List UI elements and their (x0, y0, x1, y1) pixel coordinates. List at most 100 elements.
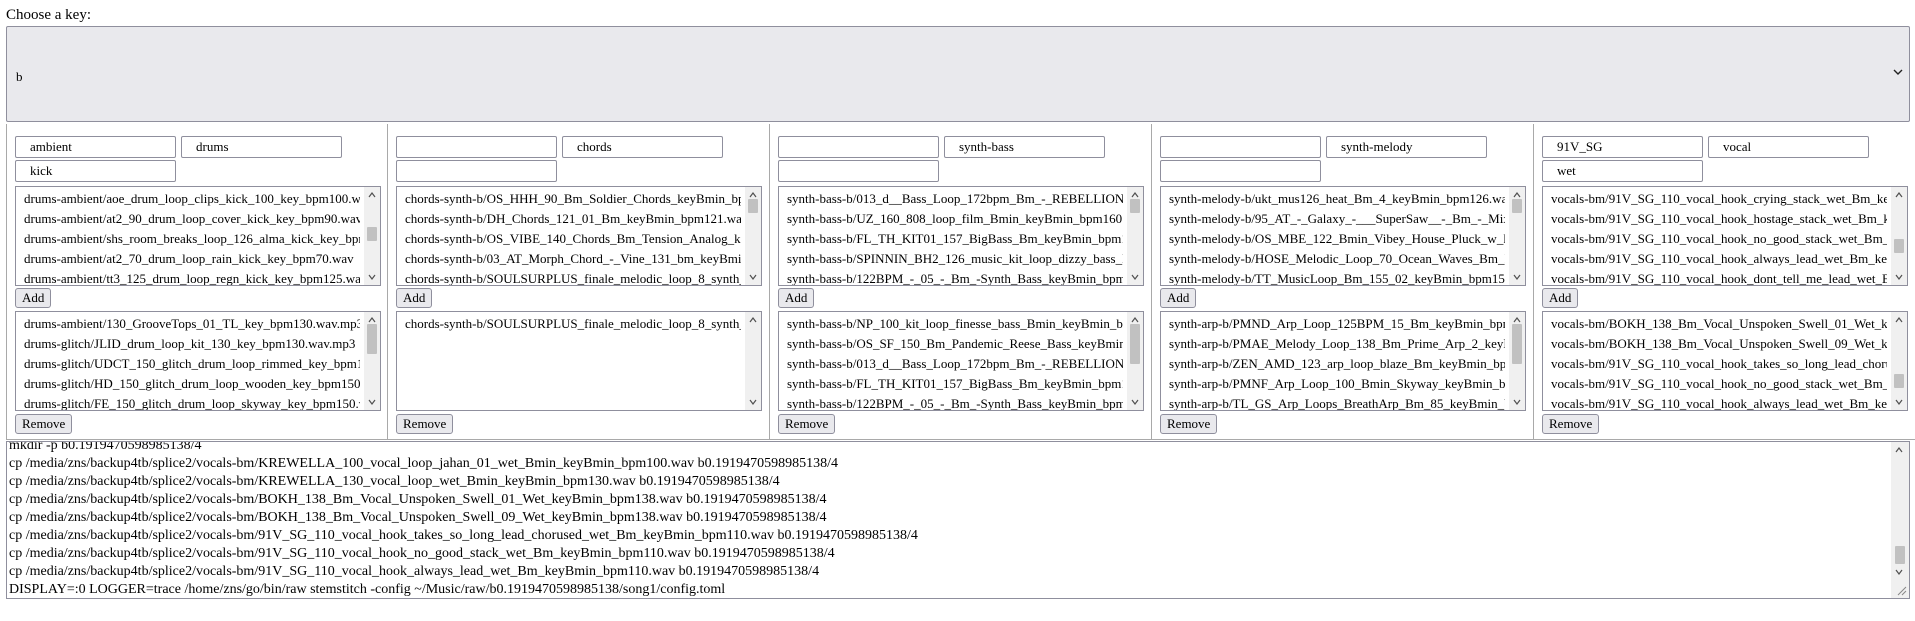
list-item[interactable]: drums-ambient/tt3_125_drum_loop_regn_kic… (24, 269, 360, 285)
list-item[interactable]: synth-bass-b/OS_SF_150_Bm_Pandemic_Reese… (787, 334, 1123, 354)
list-item[interactable]: drums-ambient/shs_room_breaks_loop_126_a… (24, 229, 360, 249)
filter-input-3[interactable] (1542, 160, 1703, 182)
filter-input-3[interactable] (396, 160, 557, 182)
list-item[interactable]: vocals-bm/91V_SG_110_vocal_hook_takes_so… (1551, 354, 1887, 374)
scroll-up-icon[interactable] (368, 191, 376, 199)
list-item[interactable]: chords-synth-b/OS_VIBE_140_Chords_Bm_Ten… (405, 229, 741, 249)
list-item[interactable]: vocals-bm/91V_SG_110_vocal_hook_no_good_… (1551, 374, 1887, 394)
scroll-up-icon[interactable] (1131, 316, 1139, 324)
selected-files-list[interactable]: vocals-bm/BOKH_138_Bm_Vocal_Unspoken_Swe… (1542, 311, 1908, 411)
resize-grip-icon[interactable] (1895, 584, 1907, 596)
selected-files-list[interactable]: synth-arp-b/PMND_Arp_Loop_125BPM_15_Bm_k… (1160, 311, 1526, 411)
scroll-up-icon[interactable] (1895, 191, 1903, 199)
list-item[interactable]: chords-synth-b/OS_HHH_90_Bm_Soldier_Chor… (405, 189, 741, 209)
list-item[interactable]: synth-bass-b/122BPM_-_05_-_Bm_-Synth_Bas… (787, 269, 1123, 285)
scroll-down-icon[interactable] (1895, 273, 1903, 281)
list-item[interactable]: vocals-bm/91V_SG_110_vocal_hook_hostage_… (1551, 209, 1887, 229)
list-item[interactable]: drums-ambient/at2_70_drum_loop_rain_kick… (24, 249, 360, 269)
add-button[interactable]: Add (1160, 288, 1197, 308)
filter-input-2[interactable] (181, 136, 342, 158)
scroll-down-icon[interactable] (749, 398, 757, 406)
scroll-up-icon[interactable] (368, 316, 376, 324)
filter-input-1[interactable] (15, 136, 176, 158)
remove-button[interactable]: Remove (778, 414, 836, 434)
available-files-list[interactable]: synth-bass-b/013_d__Bass_Loop_172bpm_Bm_… (778, 186, 1144, 286)
scroll-up-icon[interactable] (1895, 446, 1903, 454)
scroll-thumb[interactable] (1894, 239, 1904, 253)
filter-input-3[interactable] (778, 160, 939, 182)
list-item[interactable]: synth-arp-b/ZEN_AMD_123_arp_loop_blaze_B… (1169, 354, 1505, 374)
key-select[interactable]: b (6, 26, 1910, 122)
list-item[interactable]: synth-bass-b/122BPM_-_05_-_Bm_-Synth_Bas… (787, 394, 1123, 410)
scroll-down-icon[interactable] (368, 273, 376, 281)
list-item[interactable]: synth-bass-b/013_d__Bass_Loop_172bpm_Bm_… (787, 189, 1123, 209)
remove-button[interactable]: Remove (396, 414, 454, 434)
list-scrollbar[interactable] (1509, 187, 1525, 285)
list-item[interactable]: chords-synth-b/SOULSURPLUS_finale_melodi… (405, 314, 741, 334)
list-item[interactable]: drums-ambient/130_GrooveTops_01_TL_key_b… (24, 314, 360, 334)
list-item[interactable]: drums-glitch/UDCT_150_glitch_drum_loop_r… (24, 354, 360, 374)
filter-input-1[interactable] (778, 136, 939, 158)
list-scrollbar[interactable] (364, 312, 380, 410)
scroll-thumb[interactable] (1130, 324, 1140, 364)
scroll-down-icon[interactable] (1513, 398, 1521, 406)
command-output[interactable]: mkdir -p b0.1919470598985138/4 cp /media/… (6, 441, 1910, 599)
scroll-down-icon[interactable] (1131, 398, 1139, 406)
add-button[interactable]: Add (778, 288, 815, 308)
list-item[interactable]: synth-bass-b/FL_TH_KIT01_157_BigBass_Bm_… (787, 229, 1123, 249)
filter-input-1[interactable] (1160, 136, 1321, 158)
scroll-down-icon[interactable] (368, 398, 376, 406)
scroll-thumb[interactable] (367, 227, 377, 241)
filter-input-2[interactable] (944, 136, 1105, 158)
list-item[interactable]: drums-glitch/JLID_drum_loop_kit_130_key_… (24, 334, 360, 354)
scroll-thumb[interactable] (1512, 324, 1522, 364)
console-scrollbar[interactable] (1891, 442, 1909, 598)
list-item[interactable]: synth-arp-b/PMNF_Arp_Loop_100_Bmin_Skywa… (1169, 374, 1505, 394)
list-item[interactable]: chords-synth-b/DH_Chords_121_01_Bm_keyBm… (405, 209, 741, 229)
list-item[interactable]: synth-bass-b/FL_TH_KIT01_157_BigBass_Bm_… (787, 374, 1123, 394)
list-item[interactable]: synth-bass-b/SPINNIN_BH2_126_music_kit_l… (787, 249, 1123, 269)
list-item[interactable]: synth-bass-b/NP_100_kit_loop_finesse_bas… (787, 314, 1123, 334)
list-scrollbar[interactable] (1891, 312, 1907, 410)
scroll-up-icon[interactable] (1513, 316, 1521, 324)
scroll-up-icon[interactable] (1895, 316, 1903, 324)
list-scrollbar[interactable] (745, 312, 761, 410)
remove-button[interactable]: Remove (1160, 414, 1218, 434)
scroll-up-icon[interactable] (1513, 191, 1521, 199)
list-item[interactable]: vocals-bm/91V_SG_110_vocal_hook_dont_tel… (1551, 269, 1887, 285)
scroll-thumb[interactable] (1130, 199, 1140, 213)
list-item[interactable]: vocals-bm/91V_SG_110_vocal_hook_no_good_… (1551, 229, 1887, 249)
scroll-down-icon[interactable] (749, 273, 757, 281)
list-item[interactable]: drums-glitch/HD_150_glitch_drum_loop_woo… (24, 374, 360, 394)
filter-input-2[interactable] (562, 136, 723, 158)
list-item[interactable]: drums-ambient/aoe_drum_loop_clips_kick_1… (24, 189, 360, 209)
list-item[interactable]: chords-synth-b/SOULSURPLUS_finale_melodi… (405, 269, 741, 285)
scroll-thumb[interactable] (367, 324, 377, 354)
list-item[interactable]: drums-ambient/at2_90_drum_loop_cover_kic… (24, 209, 360, 229)
list-item[interactable]: synth-melody-b/OS_MBE_122_Bmin_Vibey_Hou… (1169, 229, 1505, 249)
list-item[interactable]: synth-melody-b/95_AT_-_Galaxy_-___SuperS… (1169, 209, 1505, 229)
list-item[interactable]: vocals-bm/91V_SG_110_vocal_hook_always_l… (1551, 249, 1887, 269)
selected-files-list[interactable]: synth-bass-b/NP_100_kit_loop_finesse_bas… (778, 311, 1144, 411)
list-item[interactable]: synth-bass-b/UZ_160_808_loop_film_Bmin_k… (787, 209, 1123, 229)
available-files-list[interactable]: drums-ambient/aoe_drum_loop_clips_kick_1… (15, 186, 381, 286)
list-scrollbar[interactable] (1891, 187, 1907, 285)
scroll-down-icon[interactable] (1513, 273, 1521, 281)
list-item[interactable]: synth-melody-b/TT_MusicLoop_Bm_155_02_ke… (1169, 269, 1505, 285)
filter-input-2[interactable] (1326, 136, 1487, 158)
filter-input-1[interactable] (1542, 136, 1703, 158)
list-item[interactable]: synth-bass-b/013_d__Bass_Loop_172bpm_Bm_… (787, 354, 1123, 374)
list-item[interactable]: synth-arp-b/PMAE_Melody_Loop_138_Bm_Prim… (1169, 334, 1505, 354)
add-button[interactable]: Add (1542, 288, 1579, 308)
list-scrollbar[interactable] (364, 187, 380, 285)
add-button[interactable]: Add (396, 288, 433, 308)
list-item[interactable]: synth-melody-b/HOSE_Melodic_Loop_70_Ocea… (1169, 249, 1505, 269)
list-item[interactable]: chords-synth-b/03_AT_Morph_Chord_-_Vine_… (405, 249, 741, 269)
scroll-down-icon[interactable] (1895, 398, 1903, 406)
list-item[interactable]: synth-melody-b/ukt_mus126_heat_Bm_4_keyB… (1169, 189, 1505, 209)
available-files-list[interactable]: chords-synth-b/OS_HHH_90_Bm_Soldier_Chor… (396, 186, 762, 286)
scroll-up-icon[interactable] (749, 191, 757, 199)
list-scrollbar[interactable] (1127, 187, 1143, 285)
scroll-down-icon[interactable] (1131, 273, 1139, 281)
selected-files-list[interactable]: chords-synth-b/SOULSURPLUS_finale_melodi… (396, 311, 762, 411)
